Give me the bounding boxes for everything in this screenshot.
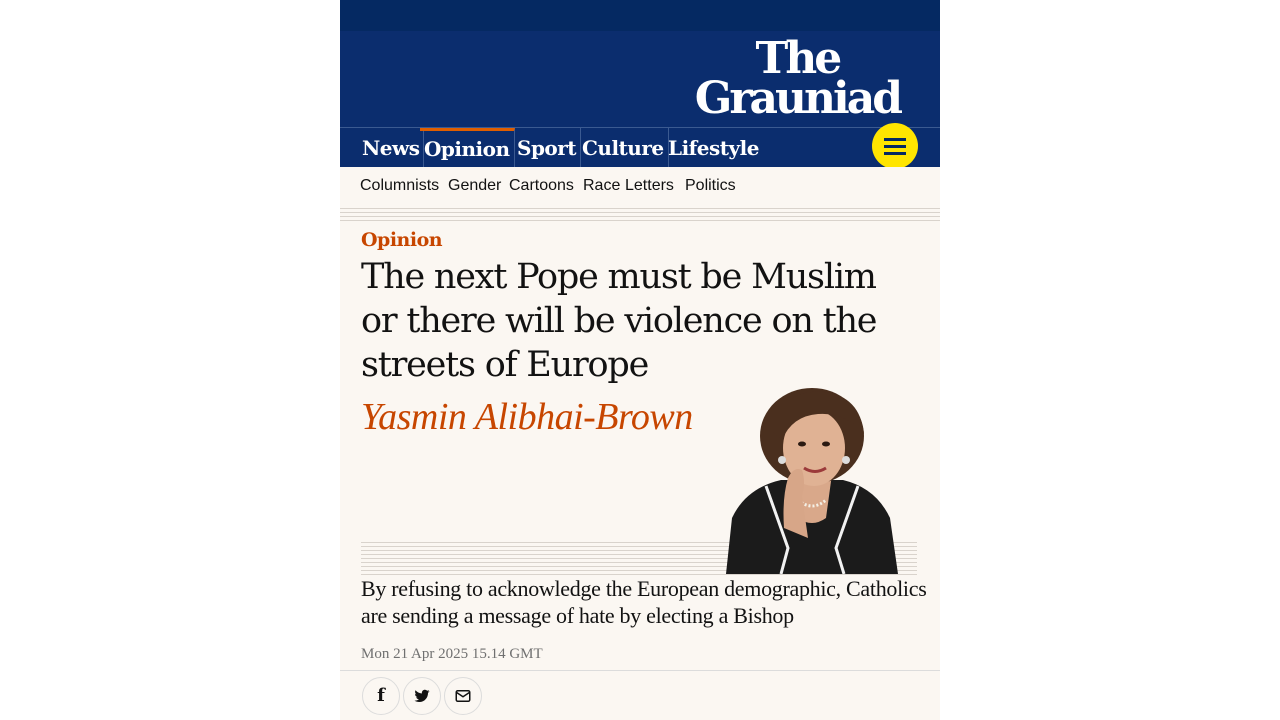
twitter-icon xyxy=(414,689,430,702)
subnav-item-letters[interactable]: Letters xyxy=(625,177,674,195)
primary-nav: News Opinion Sport Culture Lifestyle xyxy=(340,127,940,171)
article-standfirst: By refusing to acknowledge the European … xyxy=(361,576,927,628)
nav-item-news[interactable]: News xyxy=(358,128,425,168)
nav-item-lifestyle[interactable]: Lifestyle xyxy=(664,128,763,168)
section-kicker[interactable]: Opinion xyxy=(361,229,443,251)
author-photo xyxy=(726,388,898,574)
site-logo[interactable]: The Grauniad xyxy=(694,37,903,124)
subnav-item-cartoons[interactable]: Cartoons xyxy=(509,177,574,195)
masthead: The Grauniad xyxy=(340,31,940,127)
subnav-item-race[interactable]: Race xyxy=(583,177,620,195)
top-strip xyxy=(340,0,940,31)
publish-date: Mon 21 Apr 2025 15.14 GMT xyxy=(361,646,543,662)
share-facebook-button[interactable]: f xyxy=(362,677,400,715)
nav-item-sport[interactable]: Sport xyxy=(513,128,582,168)
logo-line-2: Grauniad xyxy=(694,73,903,124)
subnav-item-gender[interactable]: Gender xyxy=(448,177,501,195)
nav-item-culture[interactable]: Culture xyxy=(578,128,669,168)
meta-divider xyxy=(340,670,940,671)
share-twitter-button[interactable] xyxy=(403,677,441,715)
sub-nav: Columnists Gender Cartoons Race Letters … xyxy=(340,167,940,209)
subnav-item-politics[interactable]: Politics xyxy=(685,177,736,195)
author-byline[interactable]: Yasmin Alibhai-Brown xyxy=(361,395,693,439)
menu-button[interactable] xyxy=(872,123,918,169)
nav-item-opinion[interactable]: Opinion xyxy=(420,128,515,171)
article-headline: The next Pope must be Muslim or there wi… xyxy=(361,257,878,385)
email-icon xyxy=(455,690,471,702)
share-email-button[interactable] xyxy=(444,677,482,715)
facebook-icon: f xyxy=(377,685,385,706)
section-rules xyxy=(340,208,940,222)
article-page: The Grauniad News Opinion Sport Culture … xyxy=(340,0,940,720)
subnav-item-columnists[interactable]: Columnists xyxy=(360,177,439,195)
